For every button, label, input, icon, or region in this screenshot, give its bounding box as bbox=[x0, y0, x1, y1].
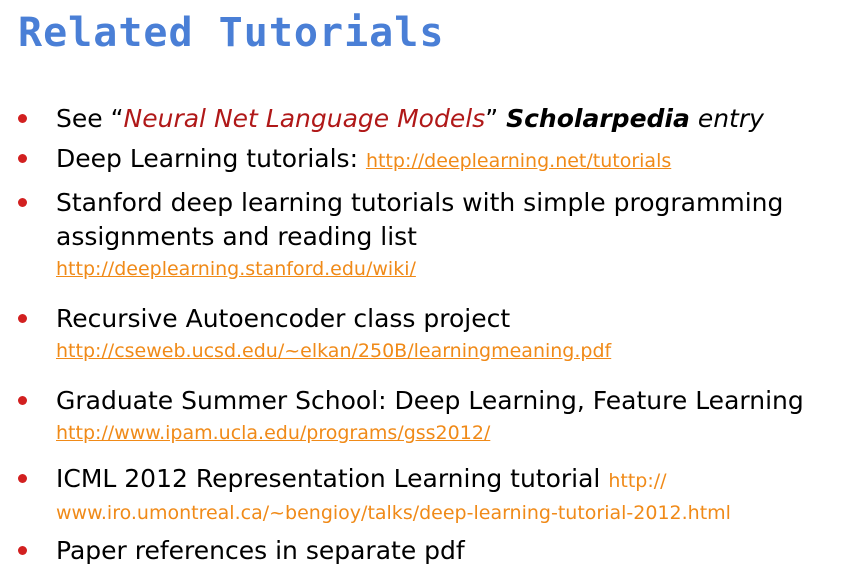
tutorial-list: See “Neural Net Language Models” Scholar… bbox=[18, 102, 848, 570]
bullet-icon bbox=[18, 114, 27, 123]
list-item-summer-school: Graduate Summer School: Deep Learning, F… bbox=[18, 384, 848, 462]
bullet-icon bbox=[18, 314, 27, 323]
strong-text: Scholarpedia bbox=[506, 104, 690, 133]
deeplearning-net-link[interactable]: http://deeplearning.net/tutorials bbox=[366, 150, 671, 172]
list-item-icml: ICML 2012 Representation Learning tutori… bbox=[18, 462, 848, 534]
item-text: Deep Learning tutorials: bbox=[56, 144, 366, 173]
ipam-link[interactable]: http://www.ipam.ucla.edu/programs/gss201… bbox=[56, 418, 848, 448]
slide-title: Related Tutorials bbox=[18, 10, 445, 56]
icml-link-part1[interactable]: http:// bbox=[608, 470, 666, 492]
bullet-icon bbox=[18, 546, 27, 555]
bullet-icon bbox=[18, 198, 27, 207]
item-text: Paper references in separate pdf bbox=[56, 536, 465, 565]
bullet-icon bbox=[18, 396, 27, 405]
item-text: See “Neural Net Language Models” Scholar… bbox=[56, 104, 764, 133]
ucsd-pdf-link[interactable]: http://cseweb.ucsd.edu/~elkan/250B/learn… bbox=[56, 336, 848, 366]
list-item-paper-references: Paper references in separate pdf bbox=[18, 534, 848, 570]
emphasis-text: Neural Net Language Models bbox=[123, 104, 486, 133]
item-text: ICML 2012 Representation Learning tutori… bbox=[56, 464, 667, 493]
list-item-scholarpedia: See “Neural Net Language Models” Scholar… bbox=[18, 102, 848, 142]
icml-link-part2[interactable]: www.iro.umontreal.ca/~bengioy/talks/deep… bbox=[56, 498, 848, 528]
item-text: Graduate Summer School: Deep Learning, F… bbox=[56, 386, 804, 415]
item-text: Recursive Autoencoder class project bbox=[56, 304, 511, 333]
list-item-recursive-autoencoder: Recursive Autoencoder class project http… bbox=[18, 302, 848, 384]
list-item-stanford: Stanford deep learning tutorials with si… bbox=[18, 186, 848, 302]
item-text: Stanford deep learning tutorials with si… bbox=[56, 188, 784, 251]
list-item-deeplearning-net: Deep Learning tutorials: http://deeplear… bbox=[18, 142, 848, 186]
stanford-wiki-link[interactable]: http://deeplearning.stanford.edu/wiki/ bbox=[56, 254, 848, 284]
bullet-icon bbox=[18, 154, 27, 163]
bullet-icon bbox=[18, 474, 27, 483]
